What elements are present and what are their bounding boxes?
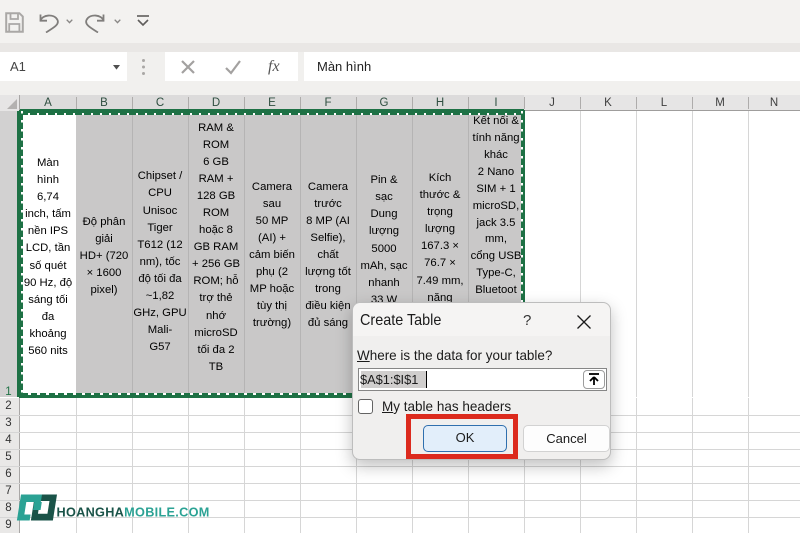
svg-text:HOANGHAMOBILE.COM: HOANGHAMOBILE.COM	[57, 506, 210, 520]
